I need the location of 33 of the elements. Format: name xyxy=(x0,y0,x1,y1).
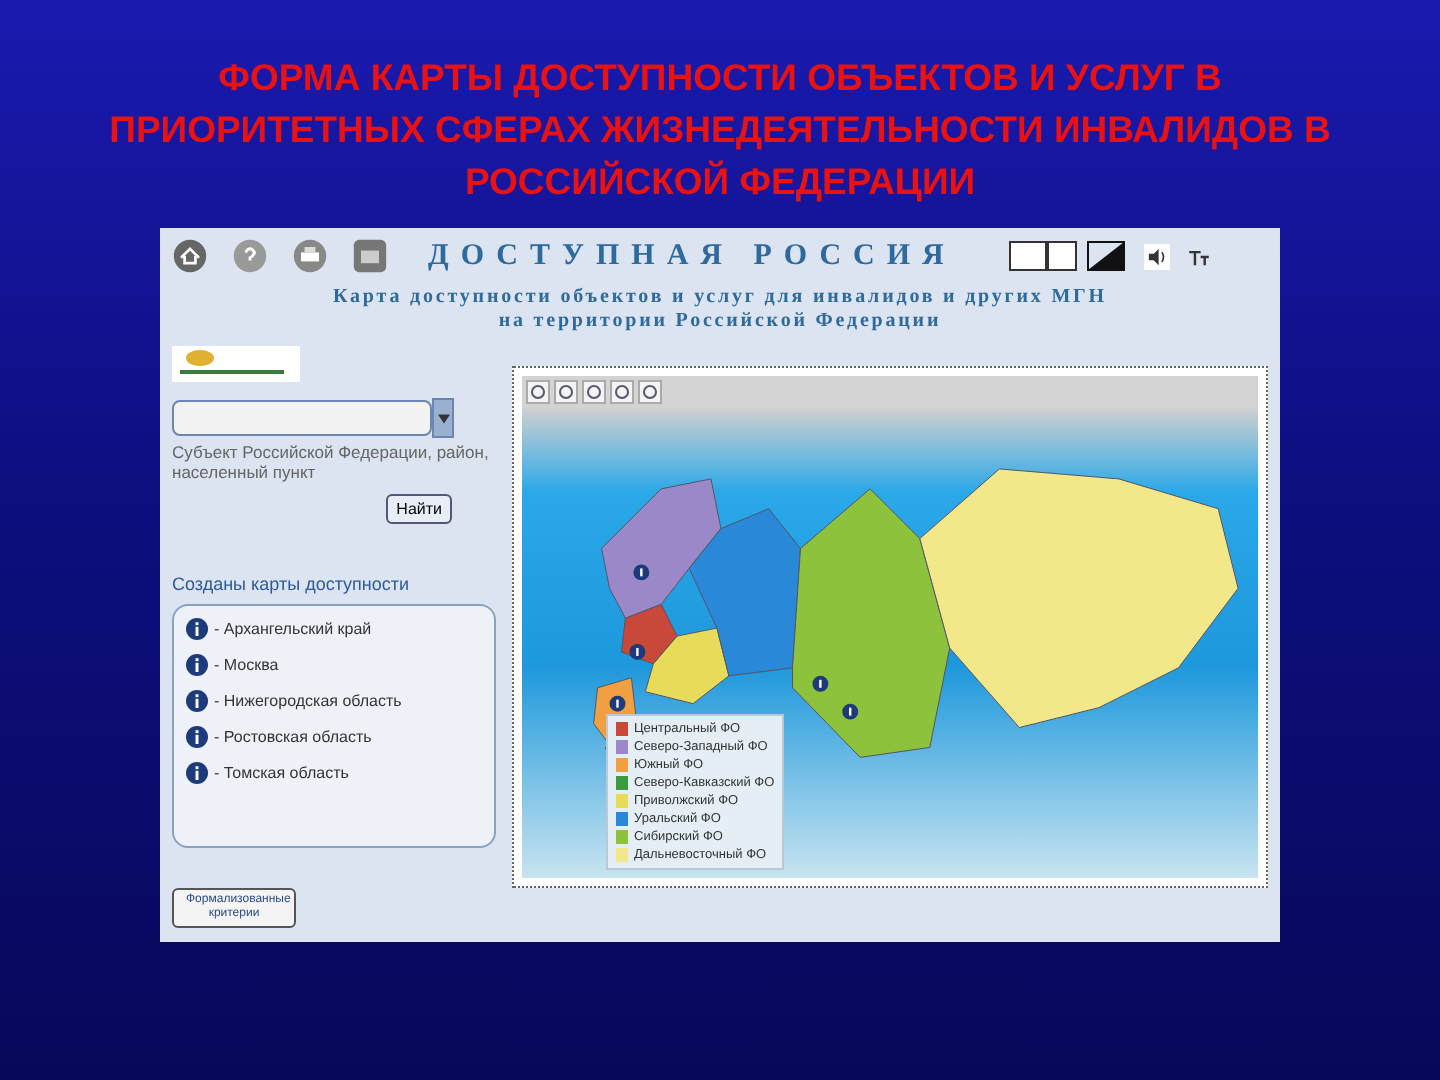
info-icon[interactable] xyxy=(186,726,208,748)
map-pin-icon[interactable] xyxy=(629,644,646,660)
map-pin-icon[interactable] xyxy=(609,695,626,712)
section-title: Созданы карты доступности xyxy=(172,574,412,594)
caret-icon xyxy=(437,413,449,423)
region-link[interactable]: - Томская область xyxy=(214,764,349,782)
info-icon[interactable] xyxy=(186,690,208,712)
district-region[interactable] xyxy=(792,488,951,758)
slide-title: ФОРМА КАРТЫ ДОСТУПНОСТИ ОБЪЕКТОВ И УСЛУГ В ПРИОРИТЕТНЫХ СФЕРАХ ЖИЗНЕДЕЯТЕЛЬНОСТИ ИНВАЛИДОВ В РОССИЙСКОЙ ФЕДЕРАЦИИ xyxy=(107,54,1333,206)
district-region[interactable] xyxy=(644,627,730,705)
search-hint: Субъект Российской Федерации, район, населенный пункт xyxy=(172,442,491,482)
home-icon[interactable] xyxy=(172,238,208,274)
site-title: ДОСТУПНАЯ РОССИЯ xyxy=(428,239,956,273)
find-button[interactable]: Найти xyxy=(386,494,452,524)
dropdown-button[interactable] xyxy=(432,398,454,438)
help-icon[interactable] xyxy=(232,238,268,274)
info-icon[interactable] xyxy=(186,654,208,676)
region-link[interactable]: - Ростовская область xyxy=(214,728,372,746)
region-link[interactable]: - Архангельский край xyxy=(214,620,372,638)
map-pin-icon[interactable] xyxy=(812,675,829,692)
site-subtitle: Карта доступности объектов и услуг для инвалидов и других МГН на территории Российской Федерации xyxy=(331,286,1109,334)
info-icon[interactable] xyxy=(186,618,208,640)
contrast-icon[interactable] xyxy=(1007,240,1128,272)
logo-icon xyxy=(172,346,300,382)
region-search-field[interactable] xyxy=(172,400,432,436)
region-link[interactable]: - Нижегородская область xyxy=(214,692,402,710)
map-pin-icon[interactable] xyxy=(842,703,859,720)
district-region[interactable] xyxy=(688,508,801,677)
map-pin-icon[interactable] xyxy=(633,564,650,581)
region-link[interactable]: - Москва xyxy=(214,656,279,674)
info-icon[interactable] xyxy=(186,762,208,784)
speaker-icon[interactable] xyxy=(1143,243,1170,269)
print-icon[interactable] xyxy=(292,238,328,274)
